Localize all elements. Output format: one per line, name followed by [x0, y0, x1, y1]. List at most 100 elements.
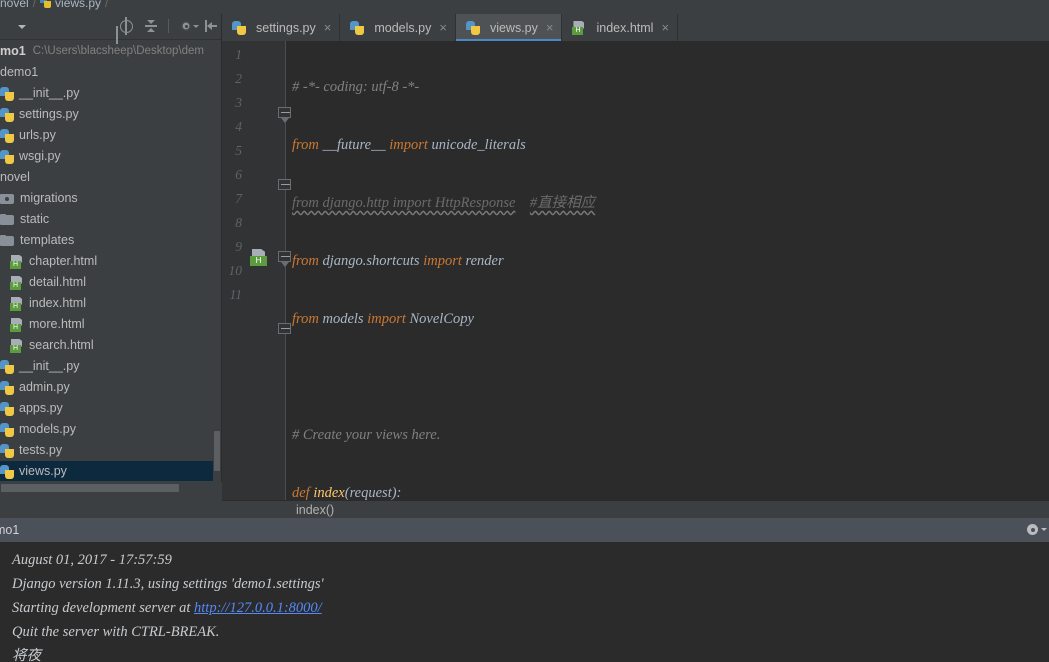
- tree-item--init-py[interactable]: __init__.py: [0, 356, 213, 377]
- editor-breadcrumb[interactable]: index(): [222, 500, 1049, 518]
- tree-vertical-scrollbar[interactable]: [213, 41, 221, 481]
- tree-item-urls-py[interactable]: urls.py: [0, 125, 213, 146]
- python-file-icon: [0, 381, 14, 395]
- tree-hscroll-thumb[interactable]: [1, 484, 179, 492]
- code-kw-def: def: [292, 485, 310, 500]
- tree-item-label: views.py: [19, 461, 67, 481]
- close-icon[interactable]: ×: [324, 21, 332, 34]
- tree-item-index-html[interactable]: index.html: [0, 293, 213, 314]
- html-file-icon: [572, 21, 586, 35]
- python-file-icon: [0, 150, 14, 164]
- pycharm-window: novel/views.py/ t mo1 C:\Users\blacsheep…: [0, 0, 1049, 662]
- line-number-1: 1: [222, 43, 242, 67]
- console-server-url-link[interactable]: http://127.0.0.1:8000/: [194, 600, 322, 616]
- console-line-3: Starting development server at http://12…: [12, 596, 1049, 620]
- tree-item-more-html[interactable]: more.html: [0, 314, 213, 335]
- tree-item-wsgi-py[interactable]: wsgi.py: [0, 146, 213, 167]
- code-line-8: def index(request):: [292, 481, 1049, 500]
- console-line-text: 将夜: [12, 648, 41, 662]
- python-file-icon: [232, 21, 246, 35]
- editor-gutter[interactable]: 1234567891011: [222, 41, 286, 500]
- breadcrumb-parts: novel/views.py/: [0, 0, 112, 10]
- tree-item-label: wsgi.py: [19, 146, 61, 167]
- python-file-icon: [0, 465, 14, 479]
- line-number-6: 6: [222, 163, 242, 187]
- tree-item-label: chapter.html: [29, 251, 97, 272]
- editor-breadcrumb-label[interactable]: index(): [296, 503, 334, 517]
- line-number-7: 7: [222, 187, 242, 211]
- line-number-4: 4: [222, 115, 242, 139]
- html-file-gutter-icon[interactable]: [250, 249, 267, 266]
- chevron-down-icon[interactable]: [18, 25, 26, 29]
- console-line-5: 将夜: [12, 644, 1049, 662]
- tree-item-label: urls.py: [19, 125, 56, 146]
- project-tree[interactable]: mo1 C:\Users\blacsheep\Desktop\dem demo1…: [0, 41, 213, 481]
- gear-icon[interactable]: [1025, 522, 1041, 538]
- tree-item-detail-html[interactable]: detail.html: [0, 272, 213, 293]
- tree-item-views-py[interactable]: views.py: [0, 461, 213, 481]
- fold-marker-line11[interactable]: [278, 323, 293, 338]
- html-file-icon: [10, 255, 24, 269]
- close-icon[interactable]: ×: [661, 21, 669, 34]
- tree-vscroll-thumb[interactable]: [214, 431, 220, 471]
- line-number-3: 3: [222, 91, 242, 115]
- fold-marker-line8[interactable]: [278, 251, 293, 266]
- code-kw-from-4: from: [292, 253, 319, 269]
- editor-tab-models-py[interactable]: models.py×: [340, 14, 456, 41]
- tree-item-settings-py[interactable]: settings.py: [0, 104, 213, 125]
- editor-tab-index-html[interactable]: index.html×: [562, 14, 678, 41]
- console-line-text: Quit the server with CTRL-BREAK.: [12, 624, 219, 640]
- console-title[interactable]: mo1: [0, 518, 19, 542]
- breadcrumb: novel/views.py/: [0, 0, 1049, 14]
- editor-tab-views-py[interactable]: views.py×: [456, 14, 563, 41]
- code-editor[interactable]: 1234567891011 # -*- coding: utf-8 -*- fr…: [222, 41, 1049, 500]
- folder-icon: [0, 235, 15, 247]
- code-kw-from: from: [292, 137, 319, 153]
- gear-icon[interactable]: [178, 18, 194, 34]
- tree-item-models-py[interactable]: models.py: [0, 419, 213, 440]
- tree-item-demo1[interactable]: demo1: [0, 62, 213, 83]
- breadcrumb-separator: /: [33, 0, 36, 10]
- tree-item-label: search.html: [29, 335, 94, 356]
- tree-item-label: __init__.py: [19, 356, 79, 377]
- fold-marker-line2[interactable]: [278, 107, 293, 122]
- locate-icon[interactable]: [118, 18, 134, 34]
- tree-item-apps-py[interactable]: apps.py: [0, 398, 213, 419]
- code-line-6: [292, 365, 1049, 389]
- tree-item-search-html[interactable]: search.html: [0, 335, 213, 356]
- editor-tab-settings-py[interactable]: settings.py×: [222, 14, 340, 41]
- breadcrumb-item-novel[interactable]: novel: [0, 0, 29, 10]
- tree-item-migrations[interactable]: migrations: [0, 188, 213, 209]
- project-panel: t mo1 C:\Users\blacsheep\Desktop\dem dem…: [0, 14, 222, 493]
- tree-horizontal-scrollbar[interactable]: [0, 482, 222, 493]
- tree-item-label: apps.py: [19, 398, 63, 419]
- tree-item-label: detail.html: [29, 272, 86, 293]
- close-icon[interactable]: ×: [546, 21, 554, 34]
- code-import-target-5: NovelCopy: [406, 311, 474, 327]
- tree-item-admin-py[interactable]: admin.py: [0, 377, 213, 398]
- tree-item--init-py[interactable]: __init__.py: [0, 83, 213, 104]
- tree-row-root[interactable]: mo1 C:\Users\blacsheep\Desktop\dem: [0, 41, 213, 62]
- source-folder-icon: [0, 193, 15, 205]
- tree-item-chapter-html[interactable]: chapter.html: [0, 251, 213, 272]
- line-number-11: 11: [222, 283, 242, 307]
- html-file-icon: [10, 276, 24, 290]
- code-kw-import: import: [389, 137, 428, 153]
- toolbar-divider: [168, 19, 169, 33]
- html-file-icon: [10, 297, 24, 311]
- html-file-icon: [10, 318, 24, 332]
- breadcrumb-item-viewspy[interactable]: views.py: [55, 0, 101, 10]
- console-output[interactable]: August 01, 2017 - 17:57:59Django version…: [0, 542, 1049, 662]
- tree-item-label: templates: [20, 230, 74, 251]
- code-content[interactable]: # -*- coding: utf-8 -*- from __future__ …: [292, 41, 1049, 500]
- close-icon[interactable]: ×: [439, 21, 447, 34]
- hide-panel-icon[interactable]: [203, 18, 219, 34]
- tree-item-templates[interactable]: templates: [0, 230, 213, 251]
- collapse-all-icon[interactable]: [143, 18, 159, 34]
- tree-item-tests-py[interactable]: tests.py: [0, 440, 213, 461]
- tree-item-static[interactable]: static: [0, 209, 213, 230]
- python-file-icon: [0, 129, 14, 143]
- line-number-5: 5: [222, 139, 242, 163]
- fold-marker-line5[interactable]: [278, 179, 293, 194]
- tree-item-novel[interactable]: novel: [0, 167, 213, 188]
